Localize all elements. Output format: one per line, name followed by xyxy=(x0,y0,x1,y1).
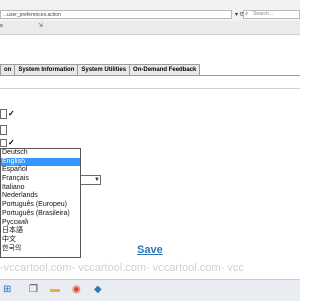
section-divider xyxy=(0,88,300,89)
language-option[interactable]: Deutsch xyxy=(1,149,80,158)
preference-field-3[interactable] xyxy=(0,139,7,147)
language-option[interactable]: Русский xyxy=(1,219,80,228)
address-bar[interactable]: ...user_preferences.action xyxy=(0,10,232,19)
check-icon: ✓ xyxy=(8,138,15,147)
language-option[interactable]: 한국의 xyxy=(1,245,80,254)
task-view-icon[interactable]: ❐ xyxy=(29,283,38,296)
chevron-down-icon[interactable]: ▼ xyxy=(93,175,101,185)
tab-divider xyxy=(0,75,300,76)
windows-icon[interactable]: ⊞ xyxy=(3,283,11,296)
folder-icon[interactable]: ▬ xyxy=(50,283,60,296)
tab-preferences[interactable]: on xyxy=(0,64,16,75)
tab-on-demand-feedback[interactable]: On-Demand Feedback xyxy=(129,64,201,75)
preference-field-1[interactable] xyxy=(0,109,7,119)
browser-tab[interactable]: o xyxy=(0,22,3,31)
language-option[interactable]: 中文 xyxy=(1,236,80,245)
language-option[interactable]: 日本語 xyxy=(1,227,80,236)
search-icon: ⌕ xyxy=(245,11,249,17)
language-option[interactable]: Italiano xyxy=(1,184,80,193)
tab-system-utilities[interactable]: System Utilities xyxy=(77,64,131,75)
browser-icon[interactable]: ◉ xyxy=(72,283,81,296)
watermark: -vccartool.com- vccartool.com- vccartool… xyxy=(0,262,244,274)
language-option-selected[interactable]: English xyxy=(1,157,80,167)
language-option[interactable]: Português (Europeu) xyxy=(1,201,80,210)
preference-field-2[interactable] xyxy=(0,125,7,135)
new-tab-icon[interactable]: ⇲ xyxy=(38,22,43,31)
language-option[interactable]: Español xyxy=(1,166,80,175)
language-option[interactable]: Nederlands xyxy=(1,192,80,201)
app-tab-bar: on System Information System Utilities O… xyxy=(0,64,201,75)
taskbar xyxy=(0,279,300,301)
check-icon: ✓ xyxy=(8,109,15,118)
search-placeholder: Search... xyxy=(253,11,274,17)
language-option[interactable]: Português (Brasileira) xyxy=(1,210,80,219)
tab-system-information[interactable]: System Information xyxy=(14,64,79,75)
app-icon[interactable]: ◆ xyxy=(94,283,102,296)
save-link[interactable]: Save xyxy=(137,244,163,256)
language-option[interactable]: Français xyxy=(1,175,80,184)
browser-tab-strip xyxy=(0,21,300,35)
language-dropdown-list[interactable]: Deutsch English Español Français Italian… xyxy=(0,148,81,258)
